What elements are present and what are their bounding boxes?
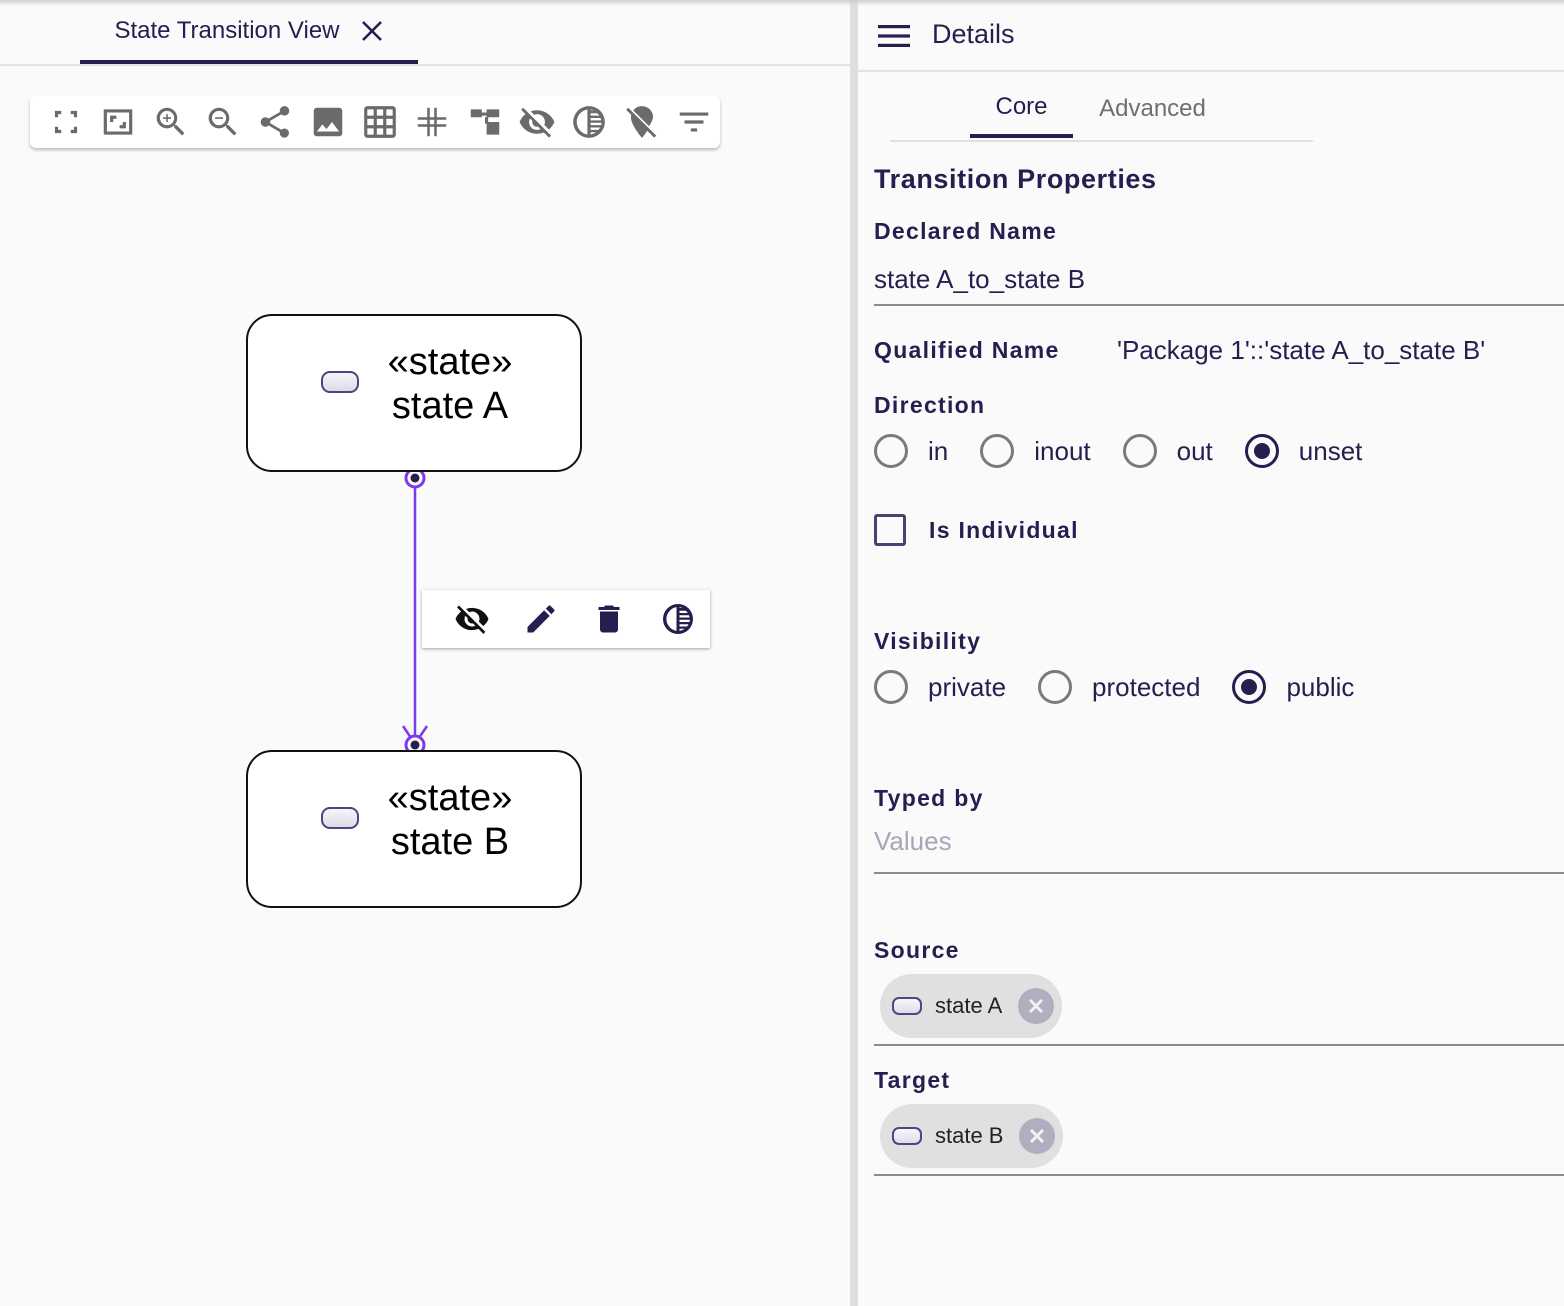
close-icon: [1029, 998, 1044, 1014]
tab-core[interactable]: Core: [970, 80, 1073, 138]
radio-label: private: [928, 671, 1007, 702]
qualified-name-value: 'Package 1'::'state A_to_state B': [1117, 335, 1486, 365]
state-icon: [892, 997, 922, 1015]
tab-state-transition-view[interactable]: State Transition View: [80, 0, 418, 64]
radio-button[interactable]: [1038, 670, 1073, 704]
radio-button[interactable]: [1244, 434, 1279, 468]
radio-label: inout: [1034, 435, 1091, 466]
radio-button[interactable]: [1232, 670, 1267, 704]
radio-button[interactable]: [874, 670, 908, 704]
direction-radio-unset[interactable]: unset: [1244, 434, 1363, 468]
target-label: Target: [874, 1067, 951, 1093]
source-label: Source: [874, 937, 960, 963]
state-icon: [892, 1127, 922, 1145]
direction-label: Direction: [874, 392, 986, 418]
edge-hide-button[interactable]: [440, 593, 505, 645]
radio-button[interactable]: [980, 434, 1015, 468]
chip-remove-button[interactable]: [1019, 1118, 1056, 1154]
chip-label: state A: [935, 993, 1003, 1018]
radio-label: unset: [1298, 435, 1363, 466]
node-label: «state» state B: [368, 776, 532, 864]
direction-radio-out[interactable]: out: [1122, 434, 1213, 468]
radio-button[interactable]: [874, 434, 908, 468]
state-icon: [321, 807, 359, 829]
node-name: state A: [391, 385, 509, 427]
radio-label: out: [1176, 435, 1213, 466]
declared-name-label: Declared Name: [874, 218, 1058, 244]
details-title: Details: [932, 19, 1015, 49]
tab-advanced[interactable]: Advanced: [1080, 80, 1225, 138]
edge-edit-button[interactable]: [509, 593, 574, 645]
declared-name-field[interactable]: state A_to_state B: [874, 264, 1564, 306]
radio-label: public: [1286, 671, 1355, 702]
direction-radio-inout[interactable]: inout: [980, 434, 1091, 468]
is-individual-label: Is Individual: [929, 516, 1079, 543]
transition-edge[interactable]: [0, 66, 850, 1306]
visibility-radio-public[interactable]: public: [1232, 670, 1354, 704]
is-individual-checkbox-row[interactable]: Is Individual: [874, 514, 1079, 546]
edge-delete-button[interactable]: [577, 593, 642, 645]
node-label: «state» state A: [368, 340, 532, 428]
radio-label: in: [928, 435, 949, 466]
edit-icon: [527, 605, 555, 633]
target-chip[interactable]: state B: [880, 1104, 1064, 1168]
qualified-name-label: Qualified Name: [874, 337, 1060, 363]
edge-context-toolbar: [422, 590, 710, 648]
typed-by-label: Typed by: [874, 785, 984, 811]
tab-label: State Transition View: [114, 17, 340, 44]
diagram-tab-bar: State Transition View: [0, 0, 850, 66]
edge-target-handle-dot: [410, 740, 420, 750]
source-chip[interactable]: state A: [880, 974, 1063, 1038]
visibility-radio-private[interactable]: private: [874, 670, 1006, 704]
typed-by-placeholder: Values: [874, 826, 952, 856]
is-individual-checkbox[interactable]: [874, 514, 906, 546]
property-tabs: Core Advanced: [890, 80, 1313, 142]
visibility-radio-group: private protected public: [874, 670, 1386, 704]
chip-remove-button[interactable]: [1018, 988, 1055, 1024]
direction-radio-in[interactable]: in: [874, 434, 948, 468]
chip-label: state B: [935, 1123, 1004, 1148]
radio-label: protected: [1092, 671, 1201, 702]
declared-name-value: state A_to_state B: [874, 264, 1086, 294]
visibility-radio-protected[interactable]: protected: [1038, 670, 1200, 704]
state-node-b[interactable]: «state» state B: [246, 750, 582, 908]
radio-button[interactable]: [1122, 434, 1157, 468]
pane-splitter[interactable]: [850, 0, 858, 1306]
node-stereotype: «state»: [387, 341, 513, 383]
hide-icon: [455, 605, 489, 634]
diagram-pane: State Transition View «state» state A «s…: [0, 0, 850, 1306]
state-icon: [321, 371, 359, 393]
delete-icon: [598, 605, 620, 633]
close-icon[interactable]: [360, 19, 384, 43]
fade-icon: [662, 604, 693, 634]
direction-radio-group: in inout out unset: [874, 434, 1394, 468]
edge-fade-button[interactable]: [646, 593, 711, 645]
visibility-label: Visibility: [874, 628, 982, 654]
target-field[interactable]: state B: [874, 1102, 1564, 1176]
typed-by-input[interactable]: Values: [874, 826, 1564, 874]
node-stereotype: «state»: [387, 777, 513, 819]
details-header: Details: [858, 0, 1564, 72]
state-node-a[interactable]: «state» state A: [246, 314, 582, 472]
edge-source-handle-dot: [410, 473, 420, 483]
top-shadow: [0, 0, 1564, 6]
source-field[interactable]: state A: [874, 972, 1564, 1046]
menu-icon[interactable]: [876, 18, 912, 54]
edge-arrowhead: [401, 725, 429, 747]
details-pane: Details Core Advanced Transition Propert…: [858, 0, 1564, 1306]
node-name: state B: [390, 821, 510, 863]
diagram-canvas[interactable]: «state» state A «state» state B: [0, 66, 850, 1306]
close-icon: [1030, 1128, 1045, 1144]
section-title: Transition Properties: [874, 164, 1157, 194]
